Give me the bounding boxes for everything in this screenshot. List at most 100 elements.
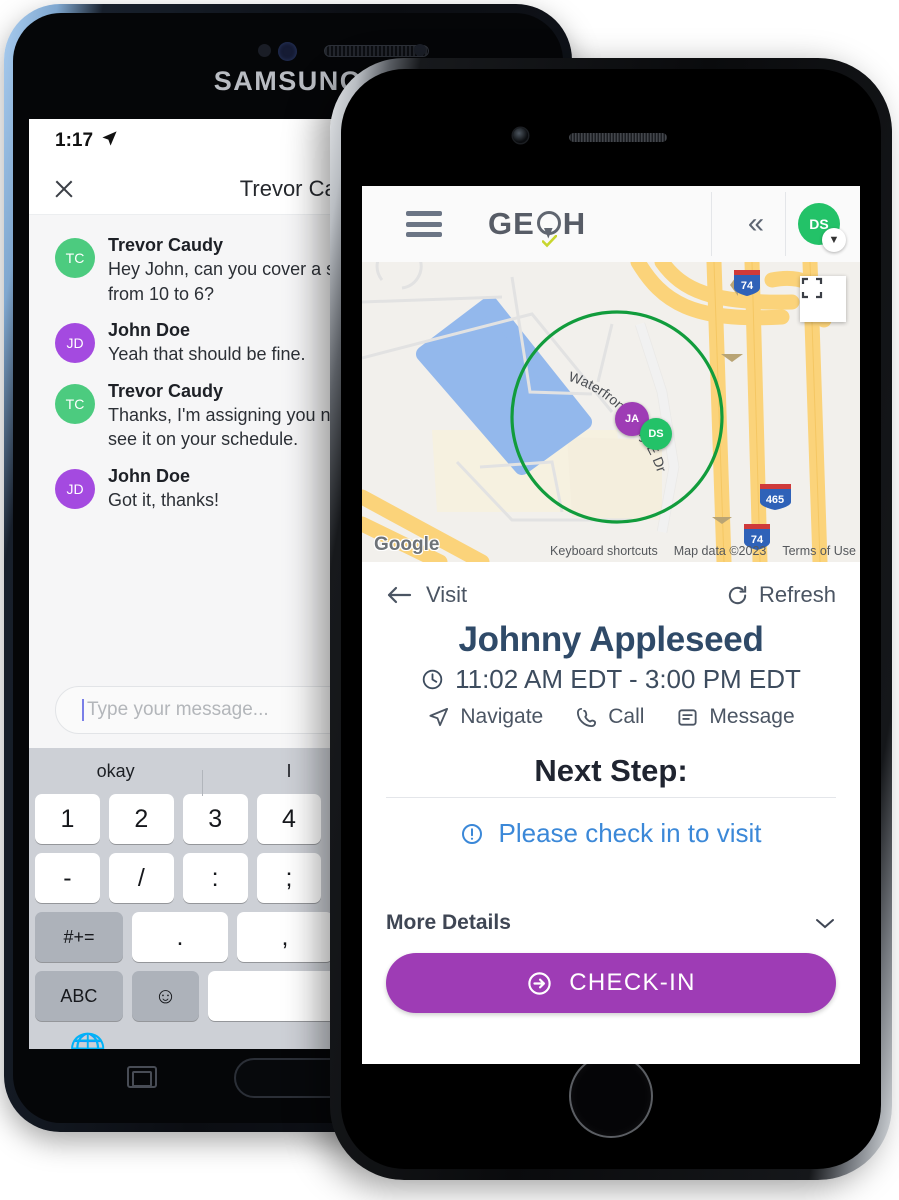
visit-action-label: Message [709, 705, 795, 728]
iphone-screen: GE H « DS ▼ 74 465 74 Waterfro Dr JA DS … [362, 186, 860, 1064]
mockup-stage: SAMSUNG 1:17 Trevor Caudy TC Trevor Caudy… [0, 0, 899, 1200]
samsung-led-indicator-icon [414, 44, 426, 56]
phone-icon [575, 706, 598, 729]
svg-text:74: 74 [741, 280, 754, 292]
keyboard-key[interactable]: - [35, 853, 100, 903]
check-in-button-label: CHECK-IN [569, 969, 696, 996]
message-text: Thanks, I'm assigning you now, [108, 405, 358, 426]
message-content: Trevor Caudy Thanks, I'm assigning you no… [108, 380, 358, 452]
recent-apps-icon[interactable] [127, 1066, 157, 1088]
map-credit-link[interactable]: Terms of Use [782, 544, 856, 558]
visit-topbar: Visit Refresh [386, 574, 836, 616]
message-sender: John Doe [108, 319, 191, 340]
keyboard-key[interactable]: / [108, 853, 174, 903]
next-step-message[interactable]: Please check in to visit [386, 818, 836, 849]
visit-actions[interactable]: Navigate Call Message [386, 705, 836, 729]
keyboard-key[interactable]: . [132, 912, 228, 962]
map-credit-link[interactable]: Map data ©2023 [674, 544, 767, 558]
visit-time-text: 11:02 AM EDT - 3:00 PM EDT [455, 664, 801, 694]
visit-action-message[interactable]: Message [676, 705, 795, 729]
keyboard-key[interactable]: ; [256, 853, 322, 903]
status-bar-time: 1:17 [55, 130, 94, 151]
svg-text:465: 465 [766, 494, 784, 506]
map-credits[interactable]: Keyboard shortcuts Map data ©2023 Terms of… [550, 544, 860, 558]
message-input-placeholder: Type your message... [87, 699, 269, 720]
alert-circle-icon [460, 822, 484, 846]
client-name: Johnny Appleseed [458, 620, 764, 659]
iphone-home-button[interactable] [569, 1054, 653, 1138]
geoh-logo-text-left: GE [488, 206, 535, 241]
refresh-button-label: Refresh [758, 582, 836, 607]
keyboard-abc-key[interactable]: ABC [35, 971, 123, 1021]
message-content: Trevor Caudy Hey John, can you cover a sh… [108, 234, 359, 306]
keyboard-key[interactable]: 3 [182, 794, 248, 844]
arrow-left-icon [386, 584, 412, 606]
message-content: John Doe Yeah that should be fine. [108, 319, 306, 367]
next-step-title: Next Step: [534, 753, 688, 788]
geoh-logo-text-right: H [562, 206, 587, 241]
chevron-down-icon [814, 916, 836, 930]
back-button-label: Visit [426, 582, 468, 607]
map-marker-user[interactable]: DS [640, 418, 672, 450]
keyboard-key[interactable]: 1 [35, 794, 100, 844]
map-credit-link[interactable]: Keyboard shortcuts [550, 544, 658, 558]
location-pin-check-icon [535, 209, 563, 247]
chevron-down-icon[interactable]: ▼ [822, 228, 846, 252]
visit-action-label: Call [608, 705, 645, 728]
visit-action-call[interactable]: Call [575, 705, 644, 729]
check-in-button[interactable]: CHECK-IN [386, 953, 836, 1013]
emoji-icon[interactable]: ☺ [131, 971, 200, 1021]
message-icon [676, 706, 699, 729]
message-sender: John Doe [108, 465, 191, 486]
avatar: TC [55, 238, 95, 278]
iphone-earpiece-speaker [569, 133, 667, 142]
samsung-sensor-icon [258, 44, 271, 57]
collapse-panel-icon[interactable]: « [748, 208, 764, 241]
keyboard-key[interactable]: : [182, 853, 248, 903]
google-watermark: Google [374, 534, 440, 555]
hamburger-menu-icon[interactable] [406, 211, 442, 237]
message-text: Hey John, can you cover a shift [108, 259, 360, 280]
refresh-icon [726, 584, 749, 607]
next-step-message-text: Please check in to visit [498, 818, 762, 848]
visit-time-range: 11:02 AM EDT - 3:00 PM EDT [386, 664, 836, 695]
keyboard-key[interactable]: 2 [108, 794, 174, 844]
text-caret [82, 699, 84, 721]
message-sender: Trevor Caudy [108, 235, 224, 255]
next-step-divider [386, 797, 836, 798]
message-text: Got it, thanks! [108, 490, 220, 511]
visit-panel: Visit Refresh Johnny Appleseed 11:02 AM … [362, 562, 860, 1013]
iphone-front-camera-icon [513, 128, 528, 143]
avatar: JD [55, 322, 95, 363]
refresh-button[interactable]: Refresh [726, 582, 836, 608]
avatar: JD [55, 468, 95, 509]
message-text: see it on your schedule. [108, 429, 299, 450]
check-in-arrow-icon [526, 970, 553, 997]
geoh-logo: GE H [488, 206, 587, 247]
back-button[interactable]: Visit [386, 582, 467, 608]
message-text: Yeah that should be fine. [108, 344, 306, 365]
keyboard-symbol-toggle-key[interactable]: #+= [35, 912, 123, 962]
more-details-toggle[interactable]: More Details [386, 911, 836, 935]
location-arrow-icon [101, 130, 118, 152]
clock-icon [421, 668, 444, 691]
map-canvas: 74 465 74 Waterfro Dr [362, 262, 860, 562]
samsung-front-camera-icon [278, 42, 297, 61]
app-header: GE H « DS ▼ [362, 186, 860, 262]
iphone-device: GE H « DS ▼ 74 465 74 Waterfro Dr JA DS … [330, 58, 892, 1180]
message-text: from 10 to 6? [108, 283, 215, 304]
visit-action-navigate[interactable]: Navigate [427, 705, 543, 729]
keyboard-key[interactable]: , [237, 912, 333, 962]
more-details-label: More Details [386, 911, 511, 934]
header-divider-right [785, 192, 786, 256]
message-content: John Doe Got it, thanks! [108, 465, 219, 513]
map-view[interactable]: 74 465 74 Waterfro Dr JA DS Google Keybo… [362, 262, 860, 562]
keyboard-key[interactable]: 4 [256, 794, 322, 844]
fullscreen-expand-icon[interactable] [800, 276, 846, 322]
keyboard-suggestion[interactable]: okay [29, 761, 202, 782]
navigate-icon [427, 706, 450, 729]
close-icon[interactable] [51, 176, 77, 202]
avatar: TC [55, 383, 95, 424]
visit-action-label: Navigate [460, 705, 544, 728]
header-divider-left [711, 192, 712, 256]
